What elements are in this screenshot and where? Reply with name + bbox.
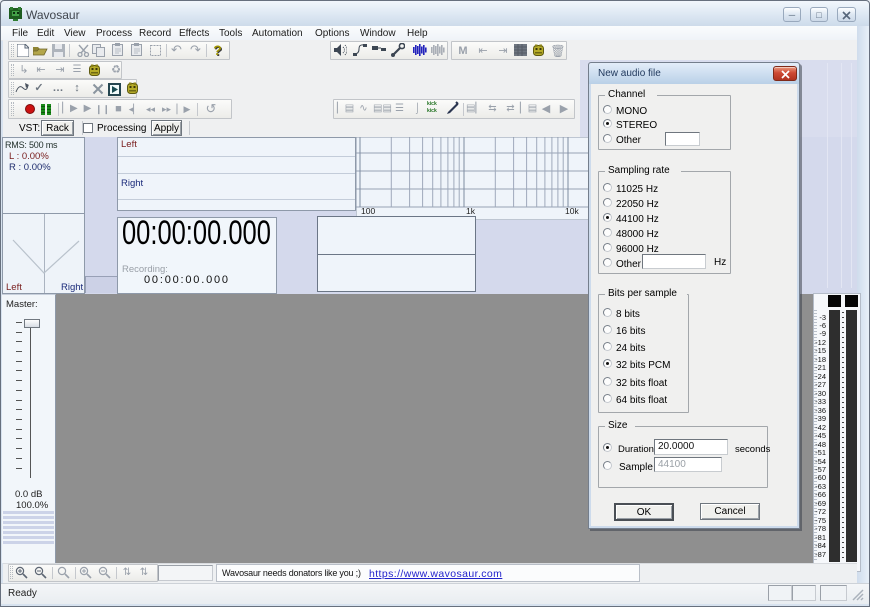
svg-text:1k: 1k	[466, 206, 476, 216]
svg-text:10k: 10k	[565, 206, 579, 216]
svg-text:100: 100	[361, 206, 375, 216]
